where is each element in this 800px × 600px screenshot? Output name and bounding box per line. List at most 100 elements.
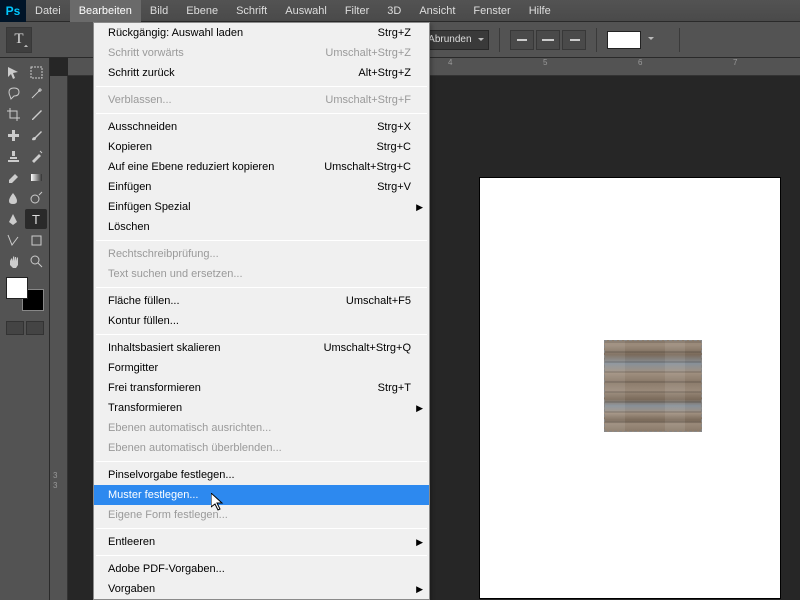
menu-shortcut: Strg+X [377,120,411,134]
align-right-button[interactable] [562,30,586,50]
menu-item-label: Auf eine Ebene reduziert kopieren [108,160,274,174]
blur-tool[interactable] [2,188,24,208]
menu-item-label: Vorgaben [108,582,155,596]
menu-shortcut: Umschalt+Strg+F [325,93,411,107]
screenmode-button[interactable] [26,321,44,335]
hand-tool[interactable] [2,251,24,271]
crop-tool[interactable] [2,104,24,124]
align-center-button[interactable] [536,30,560,50]
menu-item-schritt-zur-ck[interactable]: Schritt zurück Alt+Strg+Z [94,63,429,83]
menu-item-label: Entleeren [108,535,155,549]
menu-item-label: Inhaltsbasiert skalieren [108,341,221,355]
quickmask-button[interactable] [6,321,24,335]
menu-item-fl-che-f-llen[interactable]: Fläche füllen... Umschalt+F5 [94,291,429,311]
brush-tool[interactable] [25,125,47,145]
app-logo: Ps [0,0,26,22]
menu-hilfe[interactable]: Hilfe [520,0,560,22]
menu-item-inhaltsbasiert-skalieren[interactable]: Inhaltsbasiert skalierenUmschalt+Strg+Q [94,338,429,358]
zoom-tool[interactable] [25,251,47,271]
menu-item-label: Einfügen Spezial [108,200,191,214]
menu-item-formgitter[interactable]: Formgitter [94,358,429,378]
menu-3d[interactable]: 3D [378,0,410,22]
edit-menu-dropdown: Rückgängig: Auswahl ladenStrg+ZSchritt v… [93,22,430,600]
menu-fenster[interactable]: Fenster [464,0,519,22]
type-tool[interactable]: T [25,209,47,229]
menu-item-frei-transformieren[interactable]: Frei transformieren Strg+T [94,378,429,398]
wand-tool[interactable] [25,83,47,103]
menu-item-text-suchen-und-ersetzen: Text suchen und ersetzen... [94,264,429,284]
path-tool[interactable] [2,230,24,250]
menu-item-kontur-f-llen[interactable]: Kontur füllen... [94,311,429,331]
shape-tool[interactable] [25,230,47,250]
ruler-tick: 5 [543,58,547,67]
menu-item-ebenen-automatisch-ausrichten: Ebenen automatisch ausrichten... [94,418,429,438]
menu-item-label: Ausschneiden [108,120,177,134]
menu-item-label: Einfügen [108,180,151,194]
menu-item-label: Kontur füllen... [108,314,179,328]
pen-tool[interactable] [2,209,24,229]
menu-item-adobe-pdf-vorgaben[interactable]: Adobe PDF-Vorgaben... [94,559,429,579]
eraser-tool[interactable] [2,167,24,187]
menu-item-vorgaben[interactable]: Vorgaben▶ [94,579,429,599]
foreground-color-swatch[interactable] [6,277,28,299]
antialiasing-dropdown[interactable]: Abrunden [421,30,488,50]
menu-item-l-schen[interactable]: Löschen [94,217,429,237]
stamp-tool[interactable] [2,146,24,166]
menu-shortcut: Umschalt+Strg+Z [325,46,411,60]
healing-tool[interactable] [2,125,24,145]
align-left-button[interactable] [510,30,534,50]
menu-auswahl[interactable]: Auswahl [276,0,336,22]
menu-filter[interactable]: Filter [336,0,378,22]
menu-item-auf-eine-ebene-reduziert-kopieren[interactable]: Auf eine Ebene reduziert kopierenUmschal… [94,157,429,177]
menu-item-label: Text suchen und ersetzen... [108,267,243,281]
separator [596,28,597,52]
menu-ansicht[interactable]: Ansicht [410,0,464,22]
ruler-vertical[interactable]: 3 3 [50,76,68,600]
menu-separator [96,555,427,556]
menu-item-ausschneiden[interactable]: Ausschneiden Strg+X [94,117,429,137]
menu-shortcut: Umschalt+F5 [346,294,411,308]
menu-bild[interactable]: Bild [141,0,177,22]
dodge-tool[interactable] [25,188,47,208]
menu-item-pinselvorgabe-festlegen[interactable]: Pinselvorgabe festlegen... [94,465,429,485]
menu-item-muster-festlegen[interactable]: Muster festlegen... [94,485,429,505]
menu-item-label: Fläche füllen... [108,294,180,308]
menu-item-label: Eigene Form festlegen... [108,508,228,522]
menu-item-label: Ebenen automatisch überblenden... [108,441,282,455]
tool-preset-picker[interactable]: T [6,27,32,53]
ruler-tick: 6 [638,58,642,67]
menu-item-label: Schritt zurück [108,66,175,80]
menu-datei[interactable]: Datei [26,0,70,22]
tool-panel: T [0,58,50,600]
text-color-swatch[interactable] [607,31,641,49]
menu-item-transformieren[interactable]: Transformieren▶ [94,398,429,418]
menu-schrift[interactable]: Schrift [227,0,276,22]
ruler-tick: 7 [733,58,737,67]
menu-ebene[interactable]: Ebene [177,0,227,22]
menu-shortcut: Alt+Strg+Z [358,66,411,80]
menu-item-einf-gen-spezial[interactable]: Einfügen Spezial▶ [94,197,429,217]
menu-bearbeiten[interactable]: Bearbeiten [70,0,141,22]
menu-separator [96,113,427,114]
move-tool[interactable] [2,62,24,82]
history-brush-tool[interactable] [25,146,47,166]
ruler-tick: 3 [53,481,57,490]
color-swatches[interactable] [6,277,44,311]
gradient-tool[interactable] [25,167,47,187]
menu-item-label: Pinselvorgabe festlegen... [108,468,235,482]
menu-item-kopieren[interactable]: KopierenStrg+C [94,137,429,157]
text-align-group [510,30,586,50]
menu-item-label: Rückgängig: Auswahl laden [108,26,243,40]
marquee-selection[interactable] [604,340,702,432]
eyedropper-tool[interactable] [25,104,47,124]
marquee-tool[interactable] [25,62,47,82]
menu-item-r-ckg-ngig-auswahl-laden[interactable]: Rückgängig: Auswahl ladenStrg+Z [94,23,429,43]
menu-separator [96,86,427,87]
menu-shortcut: Strg+T [378,381,411,395]
menu-item-label: Frei transformieren [108,381,201,395]
ruler-tick: 4 [448,58,452,67]
menu-item-eigene-form-festlegen: Eigene Form festlegen... [94,505,429,525]
menu-item-entleeren[interactable]: Entleeren▶ [94,532,429,552]
lasso-tool[interactable] [2,83,24,103]
menu-item-einf-gen[interactable]: EinfügenStrg+V [94,177,429,197]
